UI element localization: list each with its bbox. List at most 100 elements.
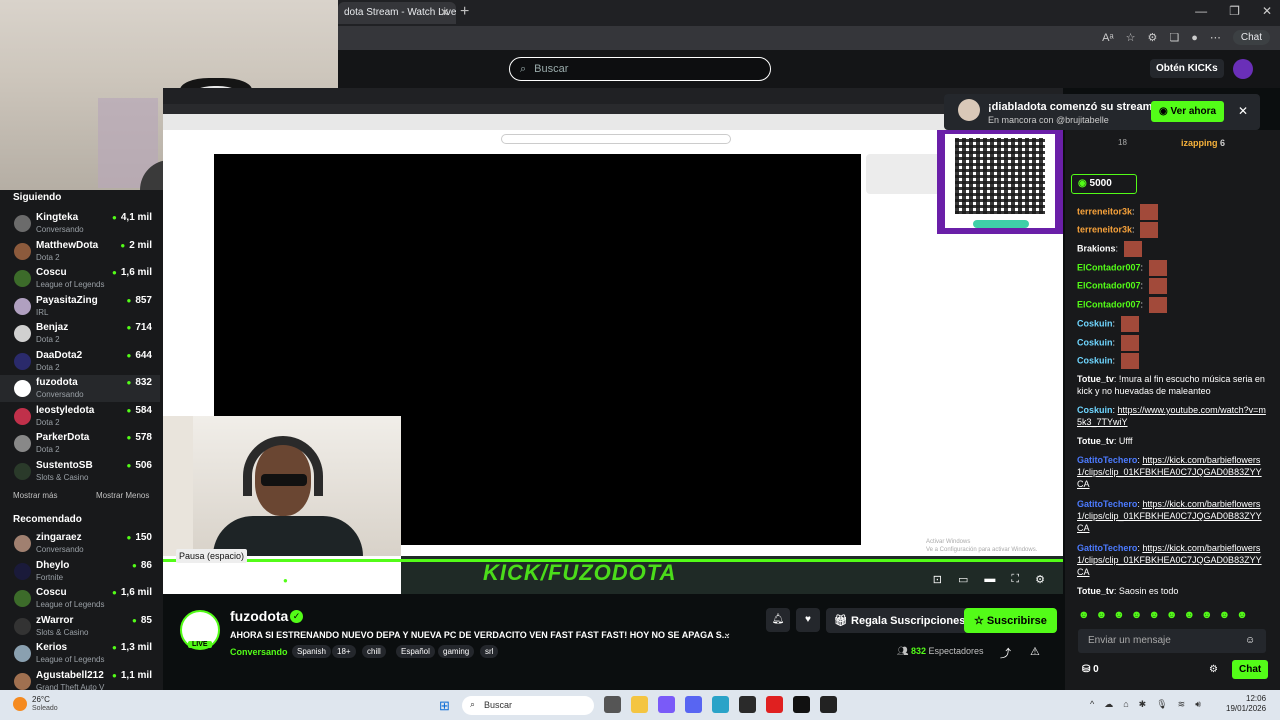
chat-username[interactable]: Totue_tv xyxy=(1077,436,1114,446)
stream-tag[interactable]: srl xyxy=(480,645,499,658)
emote-icon[interactable]: ☻ xyxy=(1096,609,1108,621)
chat-settings-icon[interactable]: ⚙ xyxy=(1209,664,1218,675)
emoji-picker-icon[interactable]: ☺ xyxy=(1245,635,1255,646)
discord-icon[interactable] xyxy=(685,696,702,713)
stream-category[interactable]: Conversando xyxy=(230,647,288,657)
windows-start-icon[interactable]: ⊞ xyxy=(439,698,450,714)
onedrive-icon[interactable]: ☁ xyxy=(1104,699,1113,710)
weather-sun-icon[interactable] xyxy=(13,697,27,711)
profile-icon[interactable]: ● xyxy=(1191,32,1198,44)
microphone-icon[interactable]: 🎙︎ xyxy=(1156,699,1167,710)
channel-name[interactable]: fuzodota xyxy=(230,608,288,624)
chat-username[interactable]: Coskuin xyxy=(1077,318,1113,328)
tray-chevron-icon[interactable]: ^ xyxy=(1090,699,1094,710)
app-icon[interactable] xyxy=(820,696,837,713)
edge-browser-icon[interactable] xyxy=(712,696,729,713)
taskbar-clock[interactable]: 12:06 19/01/2026 xyxy=(1226,694,1266,714)
tab-close-icon[interactable]: ✕ xyxy=(440,6,449,19)
emote-icon[interactable]: ☻ xyxy=(1148,609,1160,621)
wifi-icon[interactable]: ≋ xyxy=(1178,699,1186,710)
chat-username[interactable]: ElContador007 xyxy=(1077,262,1141,272)
notification-bell-button[interactable]: 🔔︎ xyxy=(766,608,790,632)
chat-username[interactable]: Coskuin xyxy=(1077,355,1113,365)
chat-username[interactable]: Brakions xyxy=(1077,243,1116,253)
collections-icon[interactable]: ❏ xyxy=(1169,31,1179,44)
emote-icon[interactable]: ☻ xyxy=(1078,609,1090,621)
favorite-star-icon[interactable]: ☆ xyxy=(1126,31,1136,44)
chat-username[interactable]: ElContador007 xyxy=(1077,280,1141,290)
close-window-button[interactable]: ✕ xyxy=(1262,4,1272,18)
sidebar-channel-coscu[interactable]: Coscu League of Legends 1,6 mil xyxy=(0,265,160,292)
notification-close-icon[interactable]: ✕ xyxy=(1238,104,1248,118)
chat-username[interactable]: Totue_tv xyxy=(1077,374,1114,384)
send-chat-button[interactable]: Chat xyxy=(1232,660,1269,679)
get-kicks-button[interactable]: Obtén KICKs xyxy=(1150,59,1224,78)
steam-icon[interactable] xyxy=(793,696,810,713)
chat-username[interactable]: Totue_tv xyxy=(1077,586,1114,596)
emote-icon[interactable]: ☻ xyxy=(1131,609,1143,621)
obs-icon[interactable] xyxy=(739,696,756,713)
maximize-button[interactable]: ❐ xyxy=(1229,4,1240,18)
stream-tag[interactable]: chill xyxy=(362,645,386,658)
channel-points[interactable]: ⛁ 0 xyxy=(1082,664,1099,675)
gift-subs-button[interactable]: 🎁︎ Regala Suscripciones xyxy=(826,608,974,633)
chat-username[interactable]: Coskuin xyxy=(1077,405,1113,415)
chat-username[interactable]: GatitoTechero xyxy=(1077,455,1137,465)
watch-now-button[interactable]: ◉ Ver ahora xyxy=(1151,101,1225,122)
sidebar-channel-parkerdota[interactable]: ParkerDota Dota 2 578 xyxy=(0,430,160,457)
emote-icon[interactable]: ☻ xyxy=(1236,609,1248,621)
stream-tag[interactable]: gaming xyxy=(438,645,475,658)
stream-tag[interactable]: 18+ xyxy=(332,645,356,658)
user-avatar[interactable] xyxy=(1233,59,1253,79)
kicks-pinned-amount[interactable]: 5000 xyxy=(1071,174,1137,194)
bluetooth-icon[interactable]: ✱ xyxy=(1139,699,1147,710)
chat-username[interactable]: GatitoTechero xyxy=(1077,543,1137,553)
chevron-down-icon[interactable]: ⌄ xyxy=(723,628,731,639)
new-tab-button[interactable]: + xyxy=(460,3,469,21)
read-aloud-icon[interactable]: Aᵃ xyxy=(1102,32,1113,44)
chat-message-input[interactable]: Enviar un mensaje xyxy=(1078,629,1266,653)
sidebar-channel-zingaraez[interactable]: zingaraez Conversando 150 xyxy=(0,530,160,557)
file-explorer-icon[interactable] xyxy=(631,696,648,713)
sidebar-channel-benjaz[interactable]: Benjaz Dota 2 714 xyxy=(0,320,160,347)
copilot-chat-button[interactable]: Chat xyxy=(1232,30,1270,45)
taskbar-search[interactable]: Buscar xyxy=(462,696,594,715)
show-less-link[interactable]: Mostrar Menos xyxy=(96,491,149,500)
browser-tab-active[interactable]: dota Stream - Watch Live on K xyxy=(338,2,456,24)
office-icon[interactable] xyxy=(766,696,783,713)
task-view-icon[interactable] xyxy=(604,696,621,713)
chat-username[interactable]: GatitoTechero xyxy=(1077,499,1137,509)
video-player[interactable]: KICK/FUZODOTA Activar Windows Ve a Config… xyxy=(163,88,1063,594)
show-more-link[interactable]: Mostrar más xyxy=(13,491,57,500)
sidebar-channel-dheylo[interactable]: DheyloFortnite 86 xyxy=(0,558,160,585)
chat-username[interactable]: Coskuin xyxy=(1077,337,1113,347)
mute-icon[interactable]: 🔇︎ xyxy=(211,573,218,586)
emote-icon[interactable]: ☻ xyxy=(1219,609,1231,621)
network-icon[interactable]: ⌂ xyxy=(1123,699,1128,710)
miniplayer-icon[interactable]: ▭ xyxy=(958,573,968,586)
emote-icon[interactable]: ☻ xyxy=(1201,609,1213,621)
minimize-button[interactable]: — xyxy=(1195,4,1207,18)
more-menu-icon[interactable]: ⋯ xyxy=(1210,31,1221,44)
video-progress-bar[interactable] xyxy=(163,559,1063,562)
sidebar-channel-coscu[interactable]: Coscu League of Legends 1,6 mil xyxy=(0,585,160,612)
sidebar-channel-leostyledota[interactable]: leostyledotaDota 2 584 xyxy=(0,403,160,430)
sidebar-channel-kingteka[interactable]: Kingteka Conversando 4,1 mil xyxy=(0,210,160,237)
follow-heart-button[interactable]: ♥ xyxy=(796,608,820,632)
report-icon[interactable]: ⚠ xyxy=(1030,645,1040,658)
fullscreen-icon[interactable]: ⛶ xyxy=(1011,573,1019,586)
settings-gear-icon[interactable]: ⚙ xyxy=(1035,573,1045,586)
chat-top-user[interactable]: izapping 6 xyxy=(1181,138,1225,148)
subscribe-button[interactable]: ☆ Suscribirse xyxy=(964,608,1057,633)
stream-tag[interactable]: Español xyxy=(396,645,435,658)
chat-username[interactable]: terreneitor3k xyxy=(1077,224,1132,234)
sidebar-channel-sustentosb[interactable]: SustentoSBSlots & Casino 506 xyxy=(0,458,160,485)
sidebar-channel-zwarror[interactable]: zWarrorSlots & Casino 85 xyxy=(0,613,160,640)
search-input[interactable]: ⌕ Buscar xyxy=(509,57,771,81)
sidebar-channel-kerios[interactable]: Kerios League of Legends 1,3 mil xyxy=(0,640,160,667)
emote-icon[interactable]: ☻ xyxy=(1113,609,1125,621)
emote-icon[interactable]: ☻ xyxy=(1166,609,1178,621)
copilot-icon[interactable] xyxy=(658,696,675,713)
share-icon[interactable]: ⤴ xyxy=(1000,645,1011,661)
sidebar-channel-payasitazing[interactable]: PayasitaZingIRL 857 xyxy=(0,293,160,320)
